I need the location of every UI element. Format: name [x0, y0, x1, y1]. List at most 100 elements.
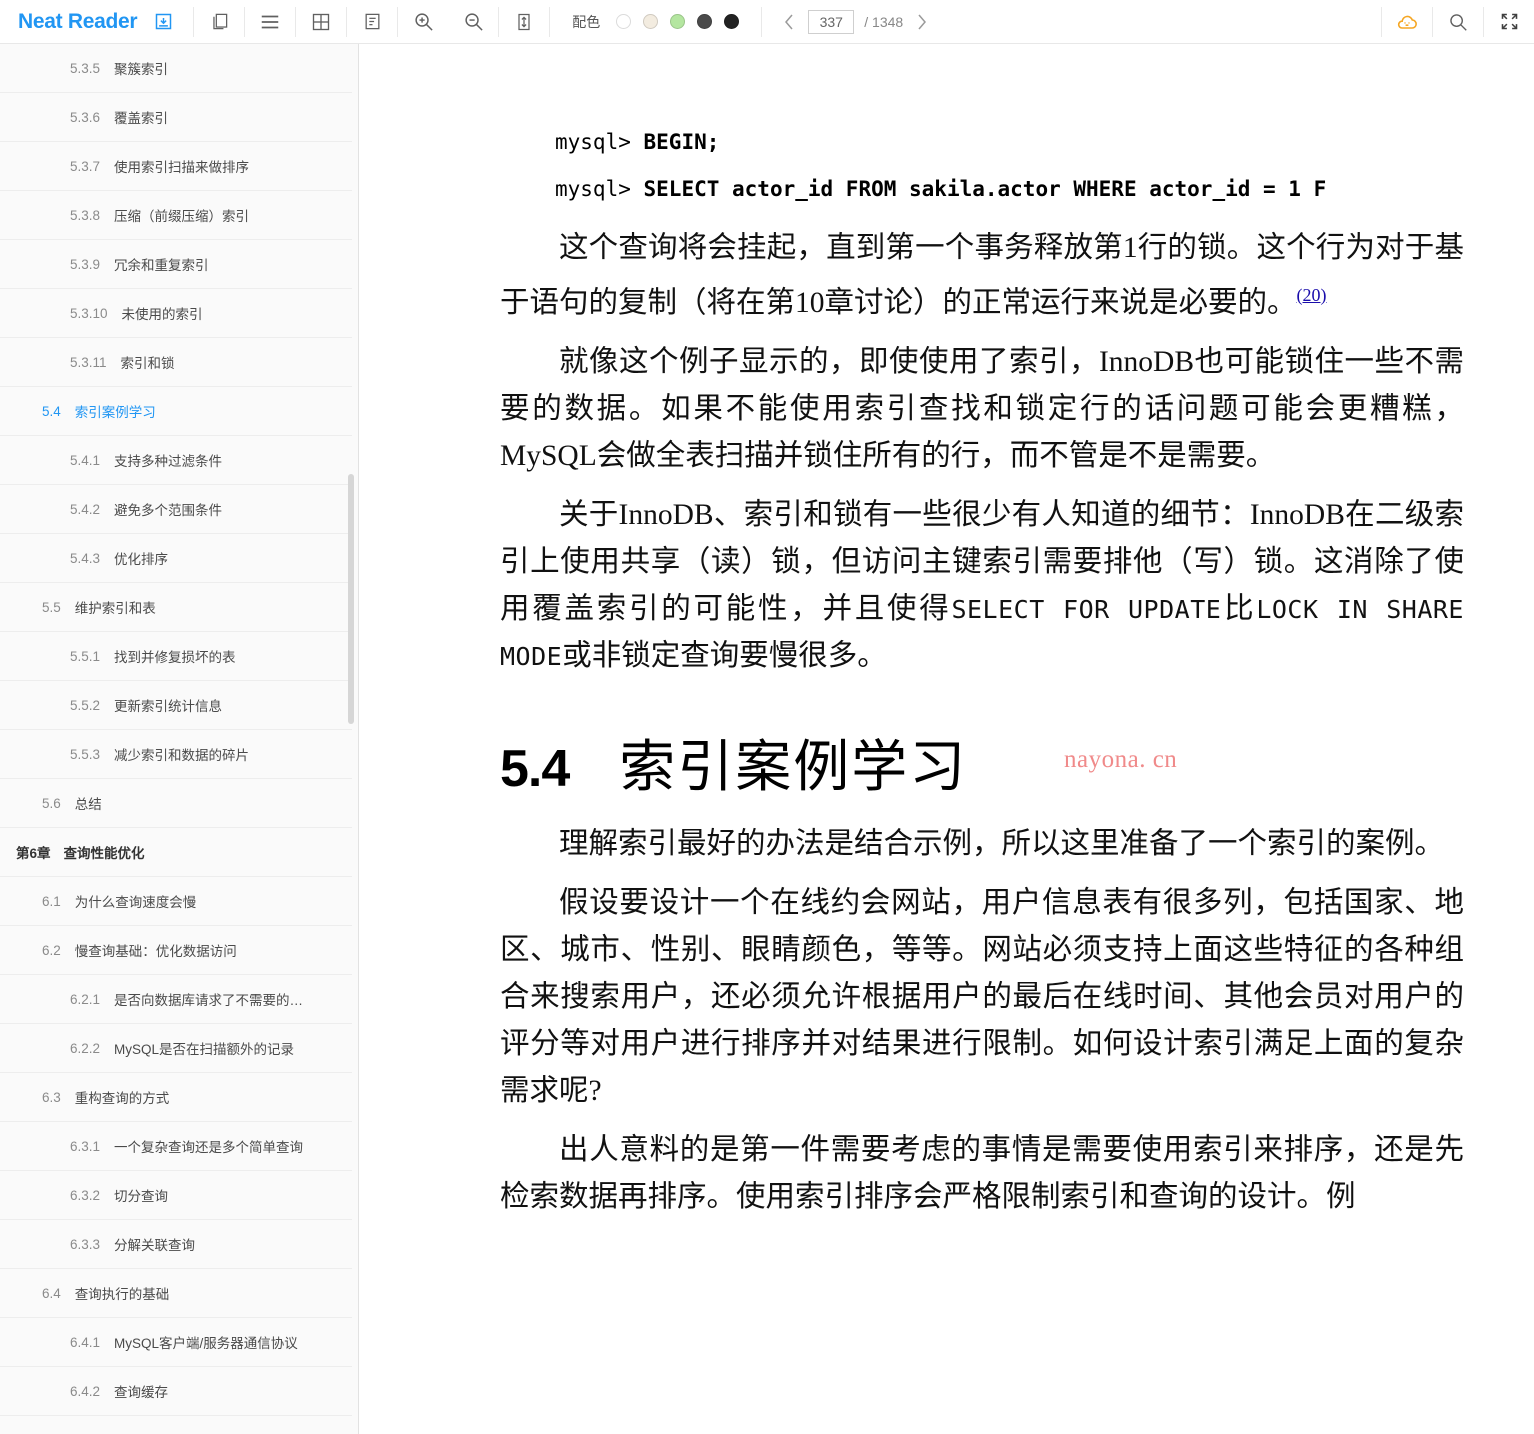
toc-item-5-4-2[interactable]: 5.4.2 避免多个范围条件: [0, 485, 352, 534]
cloud-sync-icon[interactable]: [1382, 0, 1432, 44]
toc-item-5-5-2[interactable]: 5.5.2 更新索引统计信息: [0, 681, 352, 730]
toc-item-5-6[interactable]: 5.6 总结: [0, 779, 352, 828]
save-library-icon[interactable]: [149, 0, 177, 44]
color-swatch-sepia[interactable]: [643, 14, 659, 29]
toc-item-label: 分解关联查询: [114, 1238, 196, 1253]
toc-item-5-3-11[interactable]: 5.3.11 索引和锁: [0, 338, 352, 387]
toc-item-5-3-10[interactable]: 5.3.10 未使用的索引: [0, 289, 352, 338]
color-swatch-white[interactable]: [616, 14, 632, 29]
app-toolbar: Neat Reader 配色 337 / 1348: [0, 0, 1534, 44]
paragraph-4: 理解索引最好的办法是结合示例，所以这里准备了一个索引的案例。: [559, 827, 1445, 860]
page-number-input[interactable]: [808, 9, 855, 34]
section-number: 5.4: [500, 739, 570, 798]
toc-item-label: 压缩（前缀压缩）索引: [114, 209, 250, 224]
toc-item-number: 5.3.5: [70, 60, 101, 76]
toc-item-label: 更新索引统计信息: [114, 699, 223, 714]
fit-height-icon[interactable]: [499, 0, 549, 44]
toc-item-label: 找到并修复损坏的表: [114, 650, 236, 665]
toolbar-right-group: [1381, 0, 1534, 44]
toc-item-label: 支持多种过滤条件: [114, 454, 223, 469]
toc-item-5-3-8[interactable]: 5.3.8 压缩（前缀压缩）索引: [0, 191, 352, 240]
toc-item-6-2[interactable]: 6.2 慢查询基础：优化数据访问: [0, 926, 352, 975]
toc-item-number: 5.4: [42, 403, 61, 419]
toc-item-number: 5.5: [42, 599, 61, 615]
toc-item-6-4[interactable]: 6.4 查询执行的基础: [0, 1269, 352, 1318]
toc-item-6-1[interactable]: 6.1 为什么查询速度会慢: [0, 877, 352, 926]
color-swatch-black[interactable]: [724, 14, 740, 29]
toc-item-label: 索引和锁: [120, 356, 175, 371]
toc-item-label: 为什么查询速度会慢: [74, 895, 197, 910]
toc-item-6-3-2[interactable]: 6.3.2 切分查询: [0, 1171, 352, 1220]
toc-sidebar: 5.3.5 聚簇索引 5.3.6 覆盖索引 5.3.7 使用索引扫描来做排序 5.3.8 压缩…: [0, 44, 359, 1434]
toc-item-6-3-3[interactable]: 6.3.3 分解关联查询: [0, 1220, 352, 1269]
book-page: mysql> BEGIN; mysql> SELECT actor_id FRO…: [359, 119, 1534, 1221]
toc-item-5-4[interactable]: 5.4 索引案例学习: [0, 387, 352, 436]
toc-item-5-5[interactable]: 5.5 维护索引和表: [0, 583, 352, 632]
section-title-text: 索引案例学习: [619, 736, 968, 799]
toc-item-label: 一个复杂查询还是多个简单查询: [114, 1140, 304, 1155]
grid-view-icon[interactable]: [296, 0, 346, 44]
toc-item-number: 5.5.1: [70, 648, 101, 664]
sidebar-scrollbar-thumb[interactable]: [348, 474, 354, 724]
toc-item-number: 5.4.3: [70, 550, 101, 566]
toc-item-label: 慢查询基础：优化数据访问: [74, 944, 237, 959]
toc-item-6-4-3[interactable]: 6.4.3查询优化处理: [0, 1416, 352, 1434]
code-line-1: mysql> BEGIN;: [555, 119, 1464, 166]
paragraph-1: 这个查询将会挂起，直到第一个事务释放第1行的锁。这个行为对于基于语句的复制（将在…: [500, 225, 1464, 327]
reader-content: mysql> BEGIN; mysql> SELECT actor_id FRO…: [359, 44, 1534, 1434]
paragraph-5: 假设要设计一个在线约会网站，用户信息表有很多列，包括国家、地区、城市、性别、眼睛…: [500, 886, 1464, 1107]
toc-item-label: MySQL客户端/服务器通信协议: [114, 1336, 298, 1351]
zoom-in-icon[interactable]: [398, 0, 448, 44]
toc-item-label: 总结: [74, 797, 102, 812]
toc-item-number: 5.4.2: [70, 501, 101, 517]
toc-item-5-5-1[interactable]: 5.5.1 找到并修复损坏的表: [0, 632, 352, 681]
document-outline-icon[interactable]: [347, 0, 397, 44]
prev-page-icon[interactable]: [780, 11, 798, 33]
toc-item-label: 聚簇索引: [114, 62, 169, 77]
toc-item-label: 未使用的索引: [121, 307, 203, 322]
fullscreen-icon[interactable]: [1484, 0, 1534, 44]
search-icon[interactable]: [1433, 0, 1483, 44]
toc-item-5-3-7[interactable]: 5.3.7 使用索引扫描来做排序: [0, 142, 352, 191]
toc-item-5-4-1[interactable]: 5.4.1 支持多种过滤条件: [0, 436, 352, 485]
color-theme-label: 配色: [572, 13, 601, 30]
toc-item-number: 第6章: [16, 846, 51, 861]
code-block: mysql> BEGIN; mysql> SELECT actor_id FRO…: [555, 119, 1464, 213]
color-theme-picker: 配色: [550, 0, 761, 44]
toc-item-number: 5.3.7: [70, 158, 101, 174]
toc-item-number: 6.2.2: [70, 1040, 101, 1056]
toc-item-label: 查询优化处理: [114, 1430, 195, 1434]
toc-item-6-4-2[interactable]: 6.4.2 查询缓存: [0, 1367, 352, 1416]
toc-item-5-3-9[interactable]: 5.3.9 冗余和重复索引: [0, 240, 352, 289]
toc-item-5-3-6[interactable]: 5.3.6 覆盖索引: [0, 93, 352, 142]
code-command: SELECT actor_id FROM sakila.actor WHERE …: [643, 177, 1327, 201]
color-swatch-green[interactable]: [670, 14, 686, 29]
paragraph-3-text-c: 或非锁定查询要慢很多。: [562, 639, 887, 672]
toc-item-5-3-5[interactable]: 5.3.5 聚簇索引: [0, 44, 352, 93]
app-body: 5.3.5 聚簇索引 5.3.6 覆盖索引 5.3.7 使用索引扫描来做排序 5.3.8 压缩…: [0, 44, 1534, 1434]
toc-item-number: 5.3.10: [70, 305, 108, 321]
hamburger-menu-icon[interactable]: [245, 0, 295, 44]
toc-item-label: 优化排序: [114, 552, 169, 567]
toc-item-6-3[interactable]: 6.3 重构查询的方式: [0, 1073, 352, 1122]
zoom-out-icon[interactable]: [448, 0, 498, 44]
toc-item-number: 5.3.11: [70, 354, 107, 370]
toc-item-number: 6.2.1: [70, 991, 101, 1007]
page-navigator: / 1348: [762, 0, 949, 44]
next-page-icon[interactable]: [913, 11, 931, 33]
toc-item-6-3-1[interactable]: 6.3.1 一个复杂查询还是多个简单查询: [0, 1122, 352, 1171]
toc-item-6-2-1[interactable]: 6.2.1 是否向数据库请求了不需要的…: [0, 975, 352, 1024]
color-swatch-dark-gray[interactable]: [697, 14, 713, 29]
toc-item-6-4-1[interactable]: 6.4.1 MySQL客户端/服务器通信协议: [0, 1318, 352, 1367]
pages-icon[interactable]: [194, 0, 244, 44]
toc-item-6-2-2[interactable]: 6.2.2 MySQL是否在扫描额外的记录: [0, 1024, 352, 1073]
toc-item-label: 索引案例学习: [74, 405, 156, 420]
toc-item-label: MySQL是否在扫描额外的记录: [114, 1042, 295, 1057]
toc-item-5-5-3[interactable]: 5.5.3 减少索引和数据的碎片: [0, 730, 352, 779]
toc-item-第6章[interactable]: 第6章 查询性能优化: [0, 828, 352, 877]
sidebar-scrollbar-track[interactable]: [348, 44, 356, 1434]
brand-area: Neat Reader: [0, 0, 193, 44]
toc-item-label: 查询执行的基础: [74, 1287, 170, 1302]
footnote-link-20[interactable]: (20): [1297, 285, 1327, 305]
toc-item-5-4-3[interactable]: 5.4.3 优化排序: [0, 534, 352, 583]
